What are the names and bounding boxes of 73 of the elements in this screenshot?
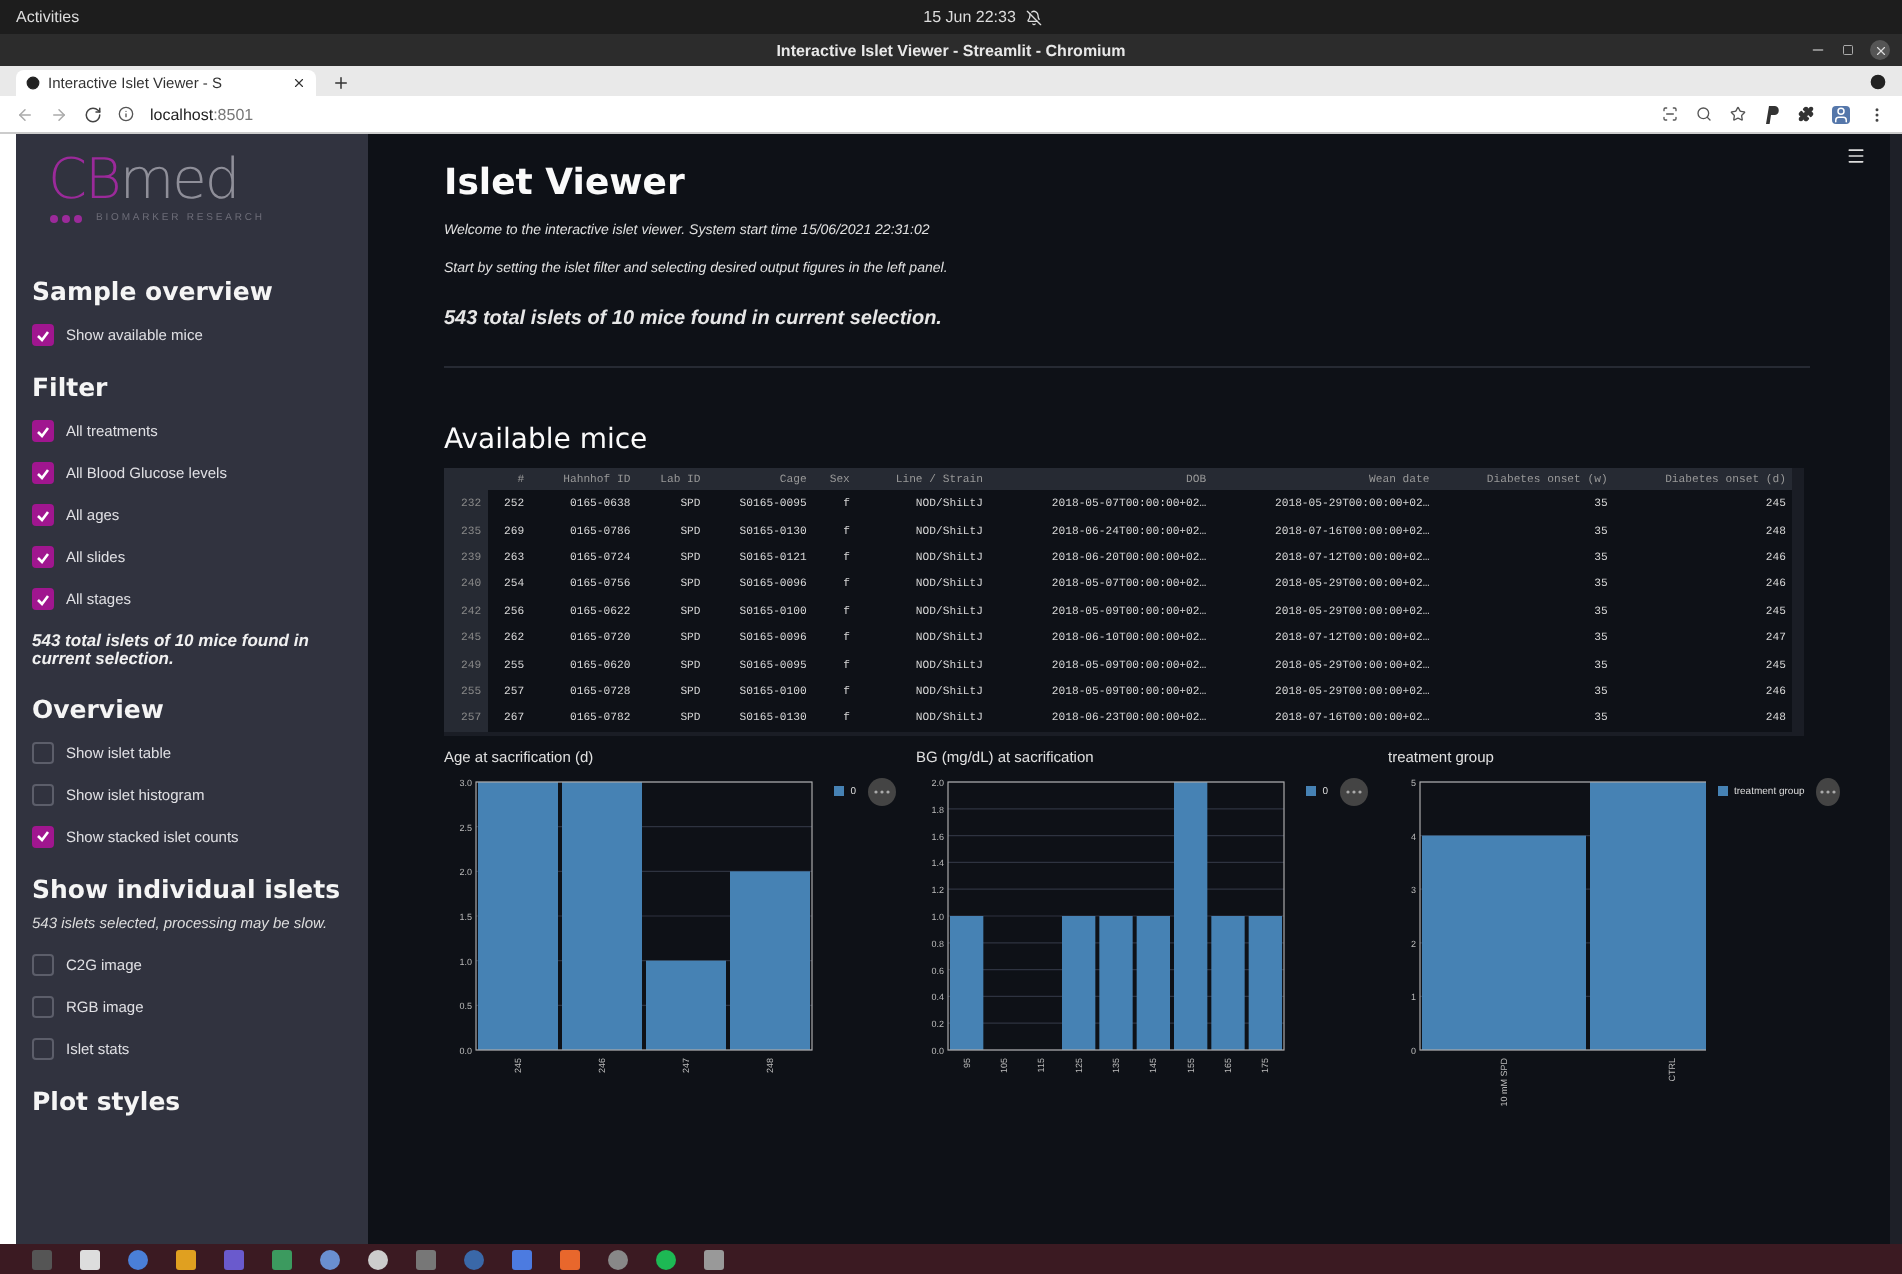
clock[interactable]: 15 Jun 22:33 (923, 8, 1016, 26)
bar (1136, 915, 1170, 1050)
bar (950, 915, 984, 1050)
close-icon (1873, 43, 1887, 57)
checkbox[interactable] (32, 324, 54, 346)
legend-swatch (834, 786, 845, 797)
more-options-icon[interactable] (1340, 777, 1368, 806)
check-icon (36, 830, 50, 843)
section-heading: Sample overview (32, 276, 275, 306)
menu-icon[interactable] (1846, 146, 1866, 166)
round-app-icon[interactable] (368, 1249, 388, 1269)
square-app-icon[interactable] (704, 1249, 724, 1269)
checkbox[interactable] (32, 825, 54, 848)
site-info-icon[interactable] (118, 106, 134, 122)
square-app-icon[interactable] (560, 1249, 580, 1269)
section-heading: Available mice (444, 424, 650, 456)
profile-icon[interactable] (1832, 105, 1850, 123)
logo-wordmark: CBmed (48, 150, 241, 210)
checkbox[interactable] (32, 504, 54, 526)
notifications-off-icon[interactable] (1025, 9, 1042, 25)
checkbox[interactable] (32, 741, 54, 764)
check-icon (36, 329, 50, 341)
more-options-icon[interactable] (868, 777, 896, 806)
checkbox[interactable] (32, 420, 54, 442)
check-icon (36, 551, 50, 563)
square-app-icon[interactable] (176, 1249, 196, 1269)
checkbox[interactable] (32, 546, 54, 568)
window-title: Interactive Islet Viewer - Streamlit - Chromium (776, 41, 1126, 59)
checkbox[interactable] (32, 954, 54, 977)
tab-favicon-icon (26, 76, 40, 90)
extensions-icon[interactable] (1798, 106, 1814, 122)
round-app-icon[interactable] (608, 1249, 628, 1269)
logo-dots-icon (48, 213, 88, 223)
reload-icon[interactable] (84, 105, 102, 123)
star-icon[interactable] (1730, 106, 1746, 122)
check-icon (36, 593, 50, 605)
bar (1062, 915, 1096, 1050)
section-heading: Show individual islets (32, 873, 343, 904)
checkbox[interactable] (32, 588, 54, 610)
check-icon (36, 425, 50, 437)
selection-summary: 543 total islets of 10 mice found in current selection. (444, 308, 944, 330)
page-title: Islet Viewer (444, 162, 687, 204)
bar (1099, 915, 1133, 1050)
round-app-icon[interactable] (320, 1249, 340, 1269)
new-tab-icon[interactable] (332, 74, 350, 92)
close-tab-icon[interactable] (292, 76, 306, 90)
section-heading: Overview (32, 693, 166, 724)
bar (1211, 915, 1245, 1050)
address-field[interactable]: localhost:8501 (150, 105, 254, 123)
checkbox[interactable] (32, 462, 54, 484)
p-extension-icon[interactable] (1764, 105, 1780, 123)
round-app-icon[interactable] (656, 1249, 676, 1269)
checkbox[interactable] (32, 783, 54, 806)
round-app-icon[interactable] (128, 1249, 148, 1269)
section-heading: Filter (32, 372, 110, 402)
check-icon (36, 467, 50, 479)
bar (1248, 915, 1282, 1050)
checkbox[interactable] (32, 996, 54, 1019)
selection-summary: 543 total islets of 10 mice found in current selection. (32, 632, 311, 670)
legend-swatch (1306, 786, 1317, 797)
checkbox[interactable] (32, 1038, 54, 1061)
profile-status-icon[interactable] (1870, 74, 1886, 90)
section-heading: Plot styles (32, 1086, 183, 1117)
close-button[interactable] (1870, 40, 1890, 60)
bar (646, 959, 726, 1050)
more-options-icon[interactable] (1816, 777, 1840, 806)
legend-swatch (1717, 786, 1728, 797)
search-icon[interactable] (1696, 106, 1712, 122)
scan-icon[interactable] (1662, 106, 1678, 122)
check-icon (36, 509, 50, 521)
square-app-icon[interactable] (80, 1249, 100, 1269)
maximize-icon[interactable] (1842, 44, 1854, 56)
activities-button[interactable]: Activities (16, 8, 80, 26)
